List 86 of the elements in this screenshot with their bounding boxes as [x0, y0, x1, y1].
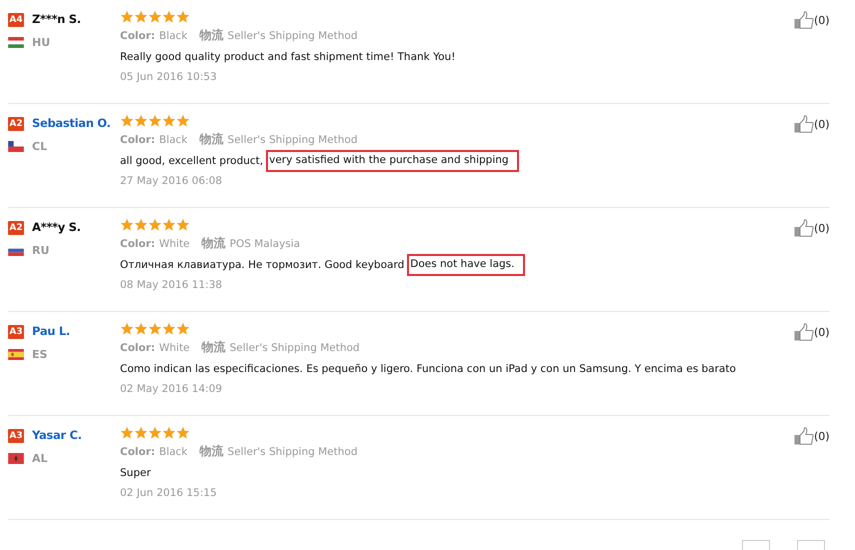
review-date: 02 May 2016 14:09 [120, 382, 224, 397]
star-icon [162, 114, 176, 128]
star-icon [148, 114, 162, 128]
star-icon [134, 10, 148, 24]
level-badge: A3 [8, 325, 24, 339]
reviewer-name: A***y S. [32, 220, 81, 234]
attribute-label: 物流 [202, 339, 226, 356]
thumbs-up-icon[interactable] [794, 323, 814, 341]
star-icon [176, 426, 190, 440]
star-icon [120, 114, 134, 128]
country-code: AL [32, 452, 48, 465]
flag-icon [8, 453, 24, 464]
attribute-label: Color: [120, 238, 156, 250]
highlighted-text: Does not have lags. [407, 254, 524, 276]
attribute-value: White [159, 342, 190, 354]
reviewer-link[interactable]: Sebastian O. [32, 116, 111, 130]
star-icon [120, 218, 134, 232]
star-icon [176, 322, 190, 336]
review-text: Como indican las especificaciones. Es pequeño y ligero. Funciona con un iPad y con un Samsung. Y encima es barato [120, 362, 736, 374]
attribute-value: POS Malaysia [230, 238, 300, 250]
level-badge: A4 [8, 13, 24, 27]
country-code: CL [32, 140, 48, 153]
star-icon [162, 218, 176, 232]
reviewer-link[interactable]: Pau L. [32, 324, 70, 338]
flag-icon [8, 141, 24, 152]
attribute-value: Seller's Shipping Method [228, 446, 358, 458]
country-code: HU [32, 36, 50, 49]
review-date: 05 Jun 2016 10:53 [120, 70, 218, 85]
like-count: (0) [814, 430, 830, 443]
attribute-label: Color: [120, 342, 156, 354]
attribute-label: 物流 [200, 27, 224, 44]
flag-icon [8, 37, 24, 48]
highlighted-text: very satisfied with the purchase and shipping [266, 150, 519, 172]
attribute-value: Black [159, 30, 188, 42]
attribute-value: Black [159, 446, 188, 458]
star-icon [134, 114, 148, 128]
review-text: all good, excellent product, [120, 154, 264, 166]
attribute-value: White [159, 238, 190, 250]
reviewer-link[interactable]: Yasar C. [32, 428, 82, 442]
attribute-label: Color: [120, 30, 156, 42]
star-icon [162, 322, 176, 336]
star-icon [148, 10, 162, 24]
thumbs-up-icon[interactable] [794, 427, 814, 445]
attribute-value: Seller's Shipping Method [228, 30, 358, 42]
star-icon [134, 218, 148, 232]
review-text: Super [120, 466, 151, 478]
review-text: Отличная клавиатура. Не тормозит. Good keyboard [120, 258, 404, 270]
like-count: (0) [814, 14, 830, 27]
star-icon [176, 218, 190, 232]
star-icon [148, 322, 162, 336]
attribute-label: Color: [120, 446, 156, 458]
attribute-value: Seller's Shipping Method [230, 342, 360, 354]
country-code: ES [32, 348, 48, 361]
star-icon [176, 114, 190, 128]
star-icon [120, 322, 134, 336]
review-date: 02 Jun 2016 15:15 [120, 486, 218, 501]
thumbs-up-icon[interactable] [794, 115, 814, 133]
star-icon [148, 426, 162, 440]
star-icon [148, 218, 162, 232]
attribute-value: Black [159, 134, 188, 146]
flag-icon [8, 349, 24, 360]
level-badge: A3 [8, 429, 24, 443]
attribute-label: 物流 [200, 131, 224, 148]
level-badge: A2 [8, 221, 24, 235]
level-badge: A2 [8, 117, 24, 131]
like-count: (0) [814, 326, 830, 339]
star-icon [120, 426, 134, 440]
attribute-label: Color: [120, 134, 156, 146]
review-text: Really good quality product and fast shipment time! Thank You! [120, 50, 456, 62]
star-icon [134, 426, 148, 440]
thumbs-up-icon[interactable] [794, 219, 814, 237]
star-icon [176, 10, 190, 24]
review-date: 27 May 2016 06:08 [120, 174, 224, 189]
star-icon [162, 10, 176, 24]
star-icon [162, 426, 176, 440]
country-code: RU [32, 244, 50, 257]
star-icon [134, 322, 148, 336]
like-count: (0) [814, 118, 830, 131]
attribute-label: 物流 [202, 235, 226, 252]
like-count: (0) [814, 222, 830, 235]
thumbs-up-icon[interactable] [794, 11, 814, 29]
star-icon [120, 10, 134, 24]
attribute-value: Seller's Shipping Method [228, 134, 358, 146]
review-date: 08 May 2016 11:38 [120, 278, 224, 293]
attribute-label: 物流 [200, 443, 224, 460]
reviewer-name: Z***n S. [32, 12, 81, 26]
